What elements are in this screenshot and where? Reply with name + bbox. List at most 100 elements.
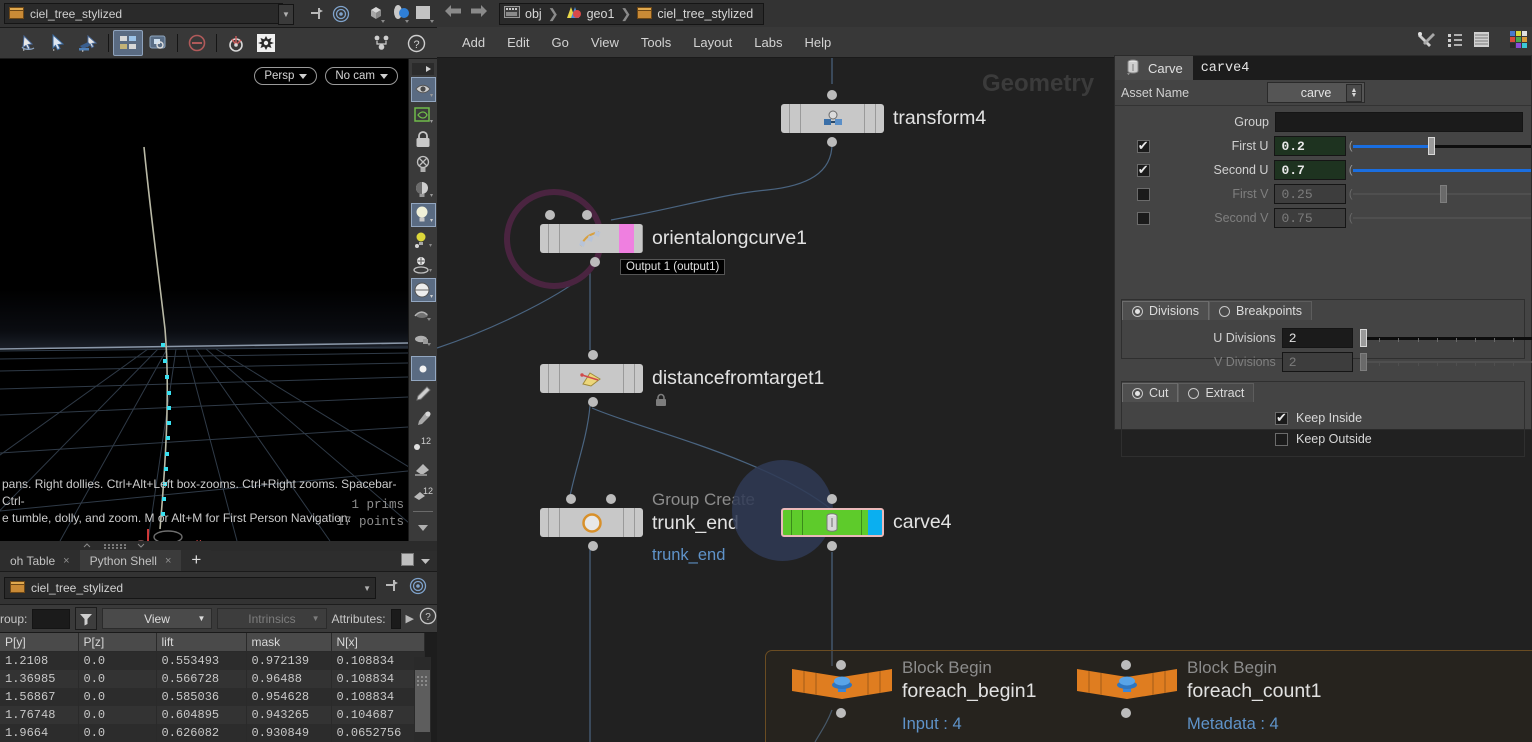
spreadsheet-path-field[interactable]: ciel_tree_stylized ▼ [4,577,376,599]
param-second-v-checkbox[interactable] [1136,211,1150,225]
spinner-icon[interactable]: ▲ ▼ [1346,84,1362,102]
node-carve4[interactable]: carve4 [732,460,952,561]
dimmed-light-icon[interactable] [411,178,436,202]
param-first-u-field[interactable]: 0.2 [1274,136,1346,156]
column-header[interactable]: P[y] [0,633,79,652]
menu-go[interactable]: Go [541,35,580,50]
scene-lights-icon[interactable] [411,253,436,277]
parameter-tab-carve[interactable]: Carve [1115,56,1193,80]
ghost-geometry-icon[interactable] [411,103,436,127]
radio-breakpoints[interactable]: Breakpoints [1209,301,1313,320]
pin-icon[interactable] [384,578,401,598]
lock-icon[interactable] [654,393,668,411]
node-input-port-1[interactable] [582,210,592,220]
node-input-port[interactable] [827,90,837,100]
pin-icon[interactable] [305,2,329,26]
param-second-v-slider[interactable]: ( [1349,208,1532,228]
group-input[interactable] [32,608,71,629]
shading-mode-icon[interactable] [411,303,436,327]
node-chip[interactable] [540,508,643,537]
lock-icon[interactable] [411,128,436,152]
circle-minus-icon[interactable] [182,30,212,56]
arrow-select-icon[interactable] [14,30,44,56]
tree-list-icon[interactable] [1447,32,1463,53]
node-foreach-count1[interactable]: Block Begin foreach_count1 Metadata : 4 [1075,658,1321,733]
node-output-port[interactable] [836,708,846,718]
param-first-v-checkbox[interactable] [1136,187,1150,201]
viewport-path-dropdown[interactable]: ▼ [278,4,294,25]
prim-number-icon[interactable]: 12 [411,482,436,506]
viewport-3d[interactable]: 0 x Persp No cam pans. Right dollies. Ct… [0,59,408,541]
arrow-right-icon[interactable] [469,3,489,24]
tab-python-shell[interactable]: Python Shell × [79,550,182,571]
tools-icon[interactable] [1417,31,1437,54]
attributes-input[interactable] [390,608,401,629]
param-second-u-field[interactable]: 0.7 [1274,160,1346,180]
node-foreach-begin1[interactable]: Block Begin foreach_begin1 Input : 4 [790,658,1036,733]
geometry-spreadsheet[interactable]: P[y] P[z] lift mask N[x] 1.2108 0.0 0.55… [0,633,437,742]
param-second-u-checkbox[interactable] [1136,162,1150,178]
param-second-v-field[interactable]: 0.75 [1274,208,1346,228]
param-v-divisions-slider[interactable] [1360,352,1532,372]
paint-bucket-icon[interactable] [411,457,436,481]
menu-help[interactable]: Help [793,35,842,50]
node-chip[interactable] [540,364,643,393]
menu-layout[interactable]: Layout [682,35,743,50]
param-second-u-slider[interactable]: ( [1349,160,1532,180]
node-chip[interactable] [790,665,894,703]
table-row[interactable]: 1.76748 0.0 0.604895 0.943265 0.104687 [0,705,425,724]
scroll-down-icon[interactable] [411,516,436,540]
close-icon[interactable]: × [63,555,69,567]
node-chip[interactable] [1075,665,1179,703]
view-dropdown[interactable]: View ▼ [101,608,213,629]
parameter-node-name[interactable]: carve4 [1192,56,1531,80]
magnifier-box-icon[interactable] [143,30,173,56]
node-chip[interactable] [781,508,884,537]
node-trunk-end[interactable]: Group Create trunk_end trunk_end [540,490,755,564]
camera-dropdown[interactable]: No cam [325,67,398,85]
menu-edit[interactable]: Edit [496,35,540,50]
menu-add[interactable]: Add [451,35,496,50]
param-first-v-slider[interactable]: ( [1349,184,1532,204]
table-row[interactable]: 1.9664 0.0 0.626082 0.930849 0.0652756 [0,723,425,742]
point-number-icon[interactable]: 12 [411,432,436,456]
menu-tools[interactable]: Tools [630,35,682,50]
no-lights-icon[interactable] [411,153,436,177]
node-input-port-1[interactable] [606,494,616,504]
nodes-view-icon[interactable] [113,30,143,56]
maximize-icon[interactable] [401,553,414,571]
display-points-icon[interactable] [410,77,436,102]
node-output-port[interactable] [590,257,600,267]
arrow-left-icon[interactable] [443,3,463,24]
snapping-icon[interactable] [221,30,251,56]
node-distancefromtarget1[interactable]: distancefromtarget1 [540,350,824,407]
crumb-ciel-tree-stylized[interactable]: ciel_tree_stylized [637,6,753,22]
pencil-icon[interactable] [411,382,436,406]
crumb-obj[interactable]: obj [504,5,542,22]
node-output-port[interactable] [1121,708,1131,718]
viewport-path-field[interactable]: ciel_tree_stylized [4,3,283,24]
node-transform4[interactable]: transform4 [781,90,986,147]
point-display-icon[interactable] [410,356,436,381]
hierarchy-icon[interactable] [367,30,397,56]
param-u-divisions-slider[interactable] [1360,328,1532,348]
persp-dropdown[interactable]: Persp [254,67,318,85]
eyedropper-icon[interactable] [411,407,436,431]
node-input-port[interactable] [827,494,837,504]
chevron-down-icon[interactable]: ▼ [363,584,371,593]
table-row[interactable]: 1.36985 0.0 0.566728 0.96488 0.108834 [0,669,425,688]
color-palette-icon[interactable] [1510,30,1528,54]
arrow-handle-icon[interactable] [74,30,104,56]
asset-name-dropdown[interactable]: carve ▲ ▼ [1267,82,1365,103]
node-input-port[interactable] [1121,660,1131,670]
cube-dropdown-icon[interactable] [365,2,389,26]
intrinsics-dropdown[interactable]: Intrinsics ▼ [217,608,327,629]
target-icon[interactable] [409,577,427,600]
node-output-port[interactable] [588,541,598,551]
arrow-move-icon[interactable] [44,30,74,56]
column-header[interactable]: mask [246,633,332,652]
node-input-port[interactable] [836,660,846,670]
node-output-port[interactable] [827,137,837,147]
material-paint-icon[interactable] [411,328,436,352]
node-chip[interactable] [540,224,643,253]
